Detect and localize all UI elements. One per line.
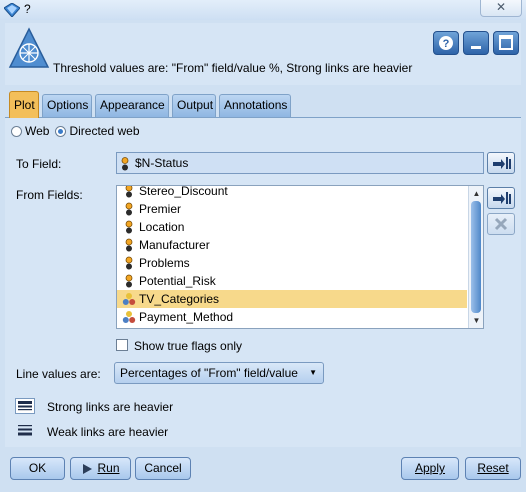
list-item[interactable]: Potential_Risk bbox=[117, 272, 467, 290]
plot-panel: Web Directed web To Field: $N-Status Fro… bbox=[5, 117, 521, 447]
window-close-button[interactable]: ✕ bbox=[480, 0, 522, 17]
strong-links-icon bbox=[15, 398, 35, 414]
apply-button[interactable]: Apply bbox=[401, 457, 459, 480]
line-values-value: Percentages of "From" field/value bbox=[120, 366, 298, 380]
line-values-label: Line values are: bbox=[16, 367, 101, 381]
flag-field-icon bbox=[125, 256, 133, 270]
tab-appearance[interactable]: Appearance bbox=[95, 94, 169, 117]
maximize-icon bbox=[499, 35, 513, 50]
list-item[interactable]: Premier bbox=[117, 200, 467, 218]
tab-annotations[interactable]: Annotations bbox=[219, 94, 291, 117]
web-type-group: Web Directed web bbox=[11, 124, 140, 138]
list-item[interactable]: Payment_Method bbox=[117, 308, 467, 326]
to-field-label: To Field: bbox=[16, 157, 62, 171]
list-scrollbar[interactable]: ▲ ▼ bbox=[468, 186, 483, 328]
flag-field-icon bbox=[125, 202, 133, 216]
flag-field-icon bbox=[125, 274, 133, 288]
scroll-down-arrow-icon[interactable]: ▼ bbox=[470, 314, 483, 327]
weak-links-icon bbox=[18, 425, 32, 436]
strong-links-label: Strong links are heavier bbox=[47, 400, 174, 414]
web-node-icon bbox=[8, 27, 50, 68]
from-fields-picker-button[interactable] bbox=[487, 187, 515, 209]
reset-button-label: Reset bbox=[477, 461, 509, 475]
weak-links-label: Weak links are heavier bbox=[47, 425, 169, 439]
cancel-button[interactable]: Cancel bbox=[135, 457, 191, 480]
list-item-label: Location bbox=[139, 220, 185, 234]
reset-button[interactable]: Reset bbox=[465, 457, 521, 480]
node-header: Threshold values are: "From" field/value… bbox=[5, 23, 521, 85]
run-button[interactable]: Run bbox=[70, 457, 131, 480]
line-values-dropdown[interactable]: Percentages of "From" field/value ▼ bbox=[114, 362, 324, 384]
field-picker-icon bbox=[493, 157, 511, 169]
tab-plot[interactable]: Plot bbox=[9, 91, 39, 118]
web-radio[interactable] bbox=[11, 125, 22, 137]
directed-web-radio[interactable] bbox=[55, 125, 67, 137]
from-fields-list[interactable]: Stereo_Discount Premier Location Manufac… bbox=[116, 185, 484, 329]
delete-x-icon bbox=[494, 217, 508, 231]
field-picker-icon bbox=[493, 192, 511, 204]
scroll-thumb[interactable] bbox=[471, 201, 481, 313]
threshold-description: Threshold values are: "From" field/value… bbox=[53, 61, 413, 75]
to-field-combo[interactable]: $N-Status bbox=[116, 152, 484, 174]
tab-options[interactable]: Options bbox=[42, 94, 92, 117]
show-true-flags-checkbox[interactable] bbox=[116, 339, 128, 351]
list-item[interactable]: Stereo_Discount bbox=[117, 185, 467, 200]
list-item-label: Problems bbox=[139, 256, 190, 270]
list-item[interactable]: Manufacturer bbox=[117, 236, 467, 254]
flag-field-icon bbox=[125, 186, 133, 198]
scroll-up-arrow-icon[interactable]: ▲ bbox=[470, 187, 483, 200]
remove-field-button[interactable] bbox=[487, 213, 515, 235]
run-play-icon bbox=[83, 463, 93, 474]
list-item-selected[interactable]: TV_Categories bbox=[117, 290, 467, 308]
ok-button[interactable]: OK bbox=[10, 457, 65, 480]
run-button-label: Run bbox=[97, 461, 120, 475]
set-field-icon bbox=[122, 293, 136, 305]
dropdown-arrow-icon: ▼ bbox=[309, 368, 317, 377]
maximize-button[interactable] bbox=[493, 31, 519, 55]
show-true-flags-label: Show true flags only bbox=[134, 339, 243, 353]
minimize-icon bbox=[471, 46, 481, 49]
title-bar: ? ✕ bbox=[0, 0, 526, 20]
to-field-value: $N-Status bbox=[135, 156, 189, 170]
help-button[interactable]: ? bbox=[433, 31, 459, 55]
flag-field-icon bbox=[125, 220, 133, 234]
list-item-label: Potential_Risk bbox=[139, 274, 216, 288]
window-title: ? bbox=[24, 2, 31, 16]
list-item-label: Payment_Method bbox=[139, 310, 234, 324]
minimize-button[interactable] bbox=[463, 31, 489, 55]
list-item-label: Manufacturer bbox=[139, 238, 210, 252]
list-item[interactable]: Location bbox=[117, 218, 467, 236]
list-item[interactable]: Problems bbox=[117, 254, 467, 272]
flag-field-icon bbox=[121, 156, 129, 171]
to-field-picker-button[interactable] bbox=[487, 152, 515, 174]
directed-web-radio-label: Directed web bbox=[69, 124, 140, 138]
tab-output[interactable]: Output bbox=[172, 94, 216, 117]
flag-field-icon bbox=[125, 238, 133, 252]
from-fields-label: From Fields: bbox=[16, 188, 83, 202]
help-icon: ? bbox=[439, 36, 453, 50]
list-item-label: Stereo_Discount bbox=[139, 185, 228, 198]
apply-button-label: Apply bbox=[414, 461, 446, 475]
list-item-label: TV_Categories bbox=[139, 292, 220, 306]
app-diamond-icon bbox=[4, 3, 20, 17]
set-field-icon bbox=[122, 311, 136, 323]
web-radio-label: Web bbox=[25, 124, 50, 138]
list-item-label: Premier bbox=[139, 202, 182, 216]
svg-text:?: ? bbox=[443, 38, 450, 50]
